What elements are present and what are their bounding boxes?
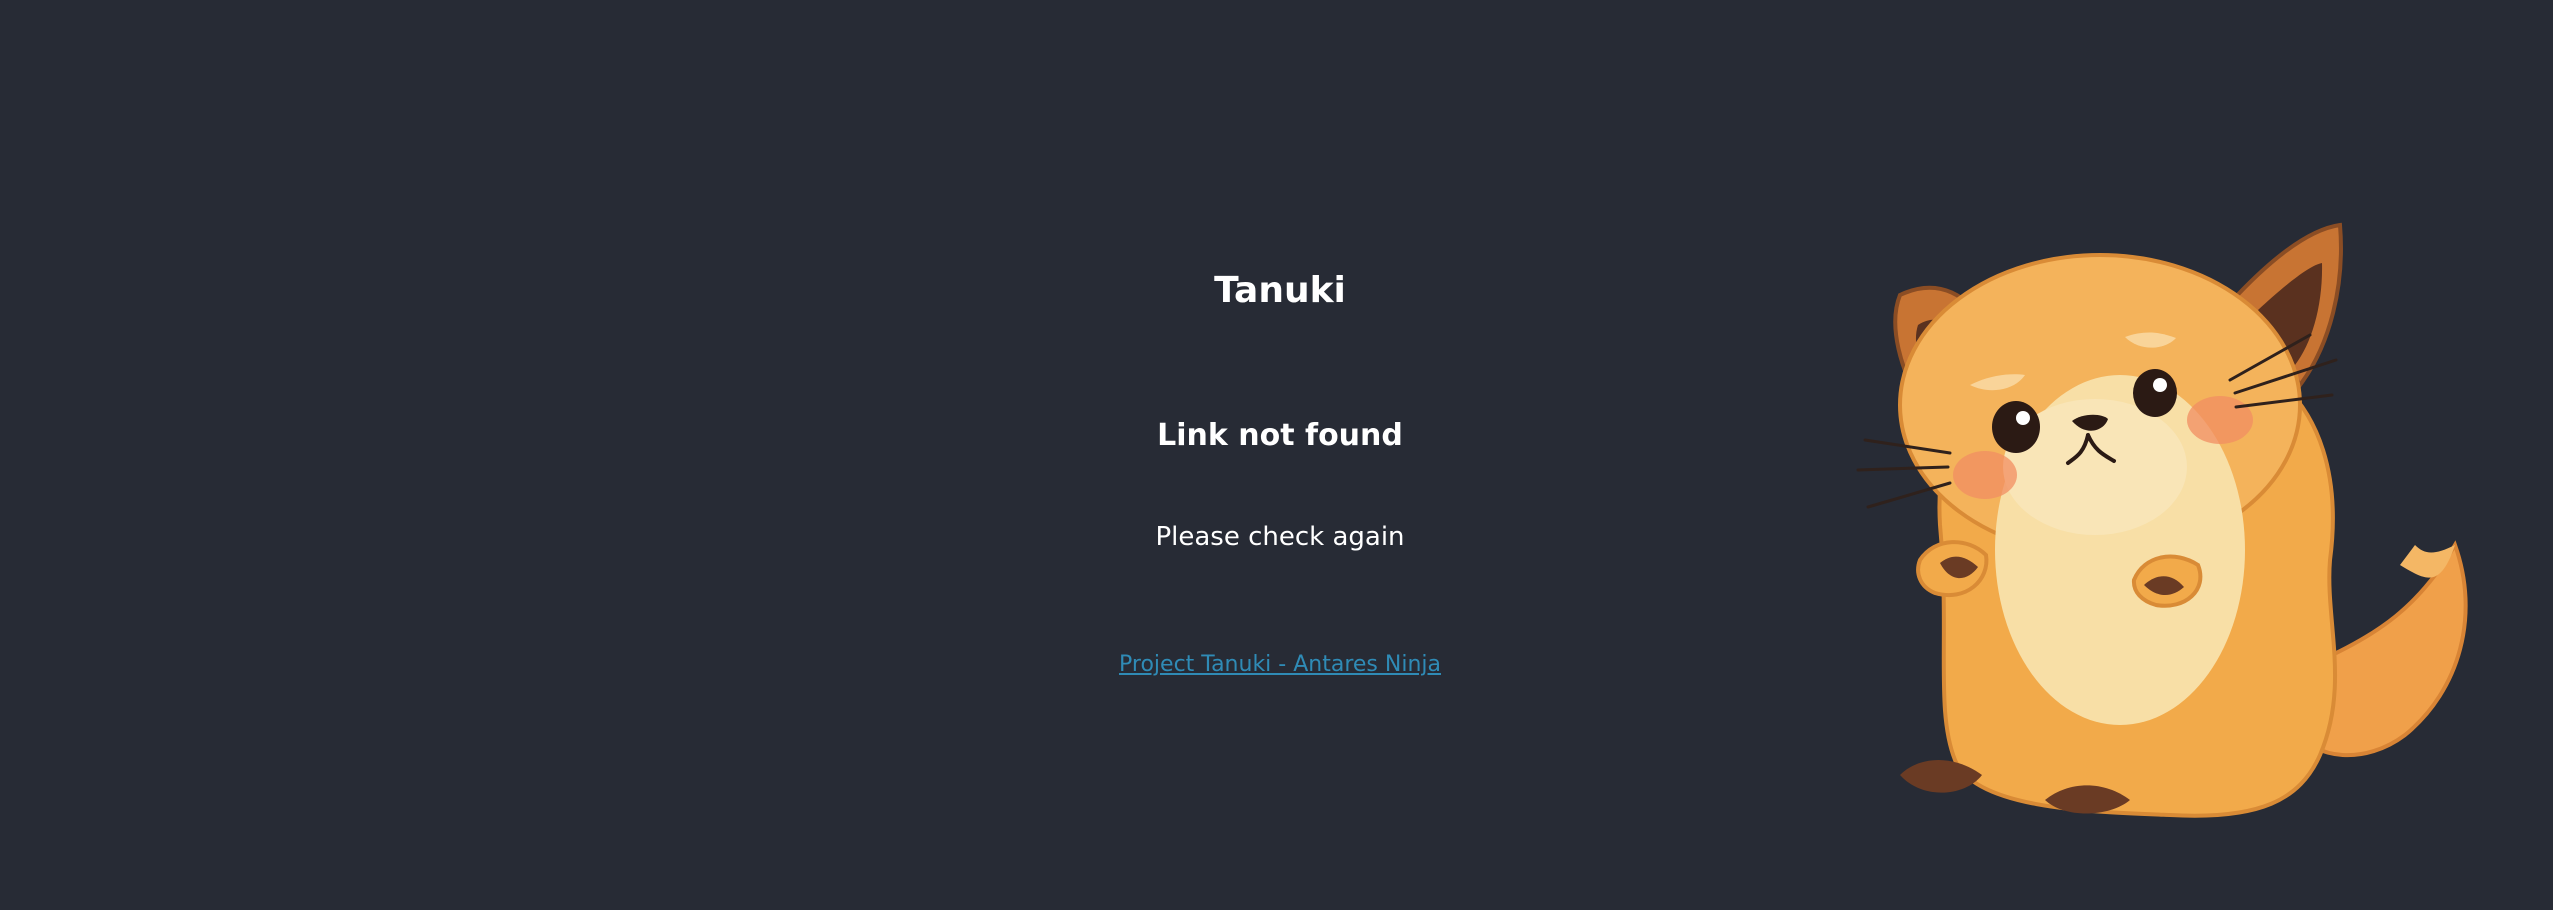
right-eye (2133, 369, 2177, 417)
right-eye-highlight (2153, 378, 2167, 392)
left-eye-highlight (2016, 411, 2030, 425)
left-eye (1992, 401, 2040, 453)
left-cheek (1953, 451, 2017, 499)
project-link[interactable]: Project Tanuki - Antares Ninja (1119, 652, 1441, 677)
tanuki-mascot-icon (1856, 222, 2468, 818)
right-cheek (2187, 396, 2253, 444)
not-found-page: Tanuki Link not found Please check again… (0, 0, 2553, 910)
